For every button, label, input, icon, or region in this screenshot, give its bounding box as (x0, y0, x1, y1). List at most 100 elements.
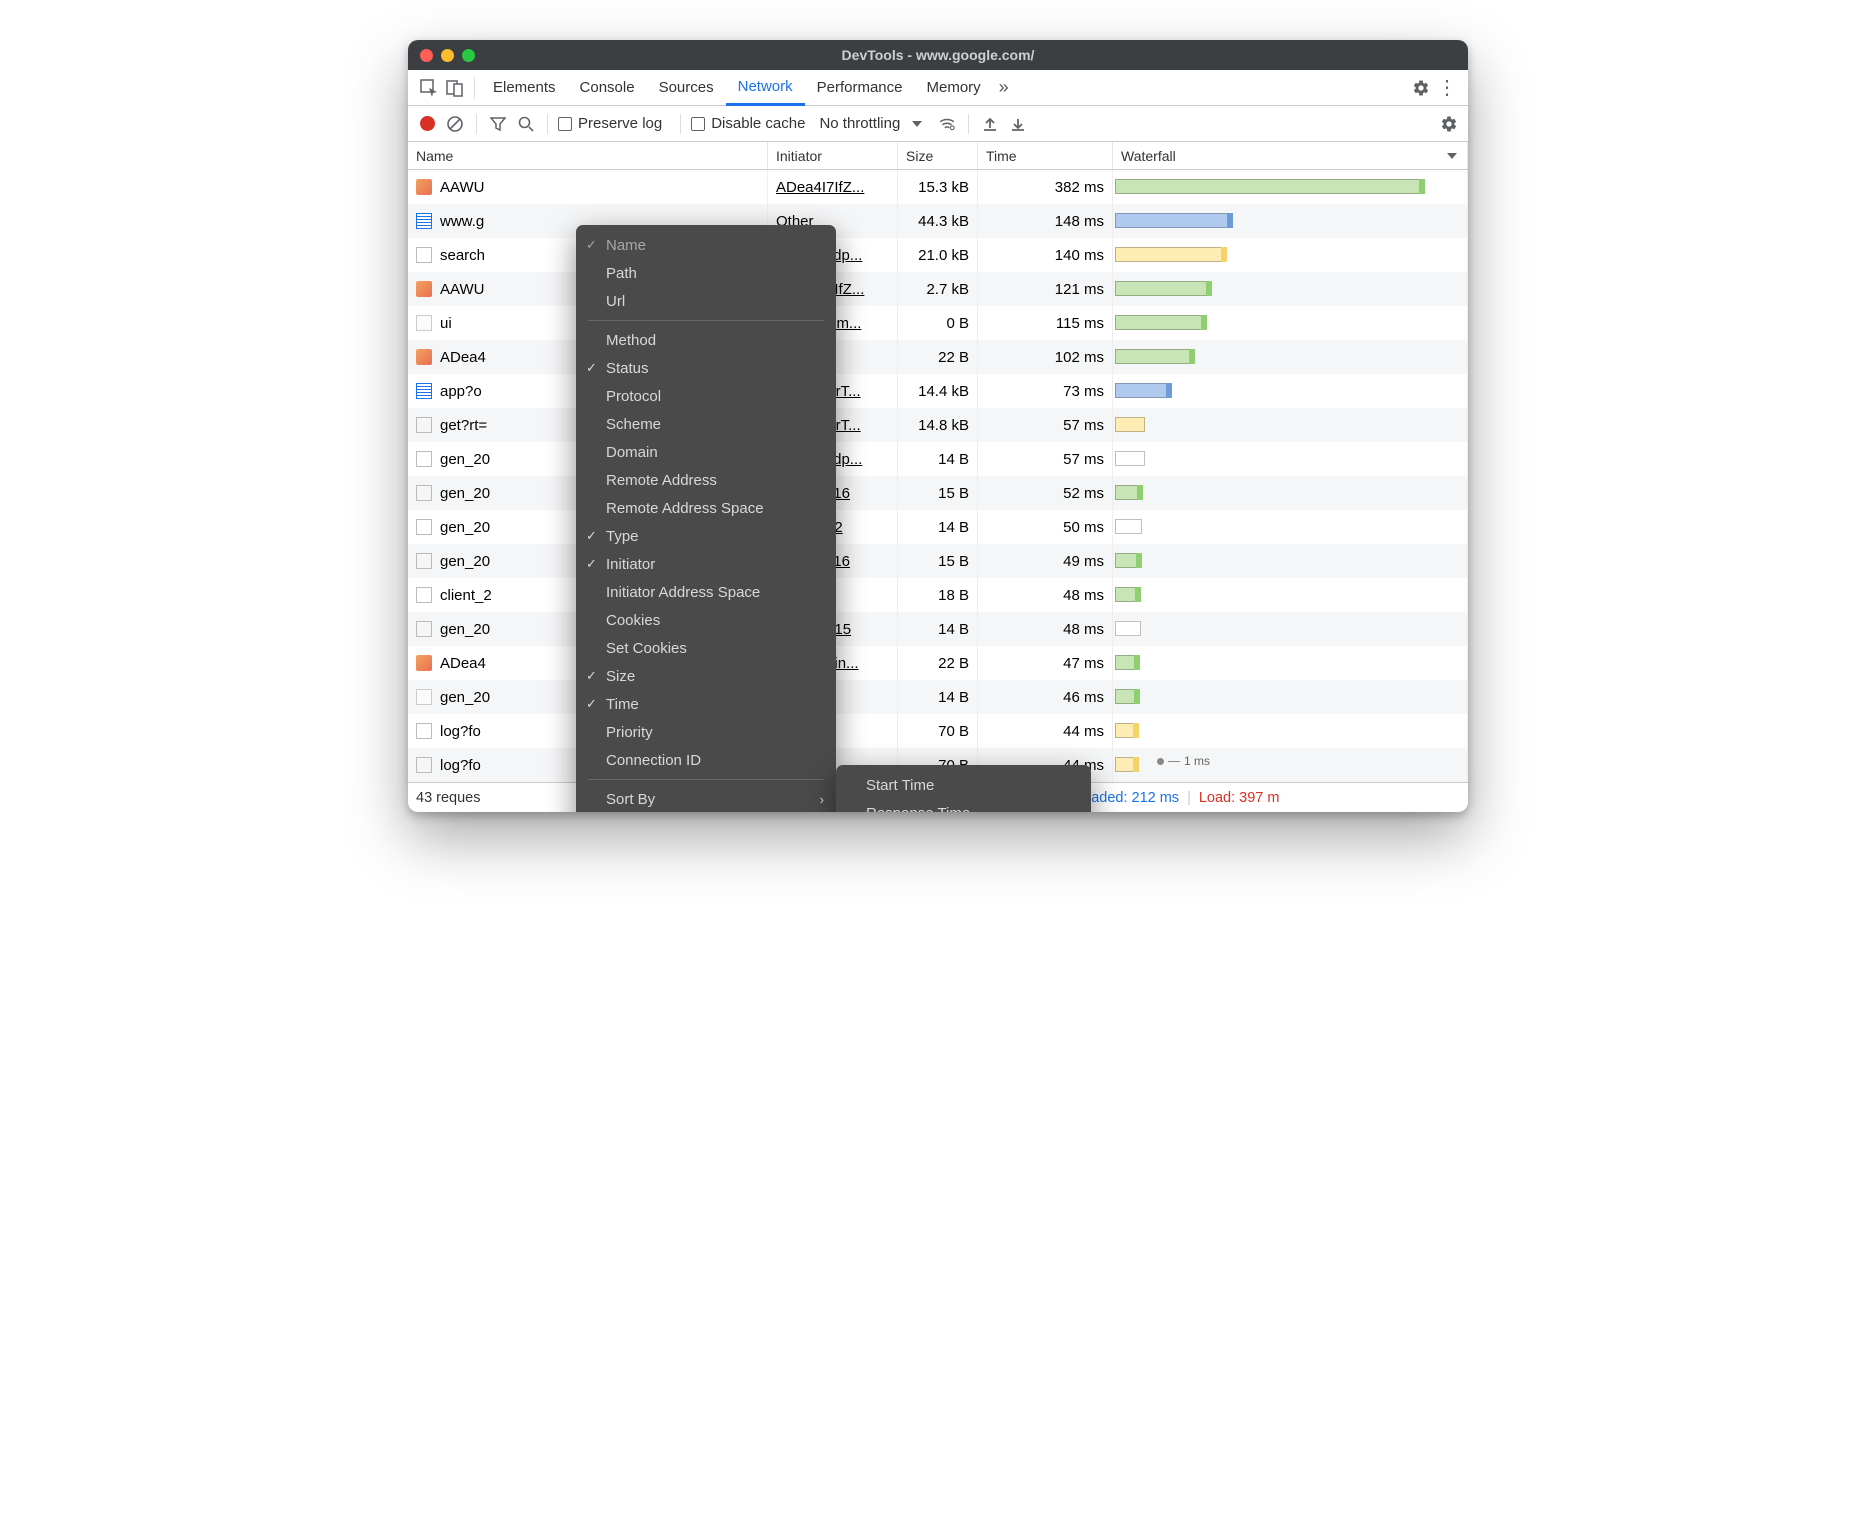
sort-indicator-icon (1447, 153, 1457, 159)
menu-item-initiator-address-space[interactable]: Initiator Address Space (576, 578, 836, 606)
request-name: AAWU (440, 179, 484, 196)
menu-item-name[interactable]: Name (576, 231, 836, 259)
menu-item-protocol[interactable]: Protocol (576, 382, 836, 410)
waterfall-bar (1115, 247, 1227, 262)
table-row[interactable]: ADea4(index)22 B102 ms (408, 340, 1468, 374)
menu-item-domain[interactable]: Domain (576, 438, 836, 466)
time-cell: 57 ms (978, 408, 1113, 442)
time-cell: 382 ms (978, 170, 1113, 204)
table-row[interactable]: AAWUADea4I7IfZ...2.7 kB121 ms (408, 272, 1468, 306)
menu-item-priority[interactable]: Priority (576, 718, 836, 746)
waterfall-cell: 1 ms (1113, 748, 1468, 782)
inspect-element-icon[interactable] (416, 75, 442, 101)
menu-item-cookies[interactable]: Cookies (576, 606, 836, 634)
tab-console[interactable]: Console (568, 70, 647, 106)
tab-memory[interactable]: Memory (915, 70, 993, 106)
menu-item-size[interactable]: Size (576, 662, 836, 690)
waterfall-cell (1113, 578, 1468, 612)
menu-item-sort-by[interactable]: Sort By› (576, 785, 836, 812)
menu-item-scheme[interactable]: Scheme (576, 410, 836, 438)
column-context-menu[interactable]: NamePathUrl MethodStatusProtocolSchemeDom… (576, 225, 836, 812)
table-row[interactable]: gen_20(index):21514 B48 ms (408, 612, 1468, 646)
request-name: search (440, 247, 485, 264)
tab-sources[interactable]: Sources (647, 70, 726, 106)
table-row[interactable]: get?rt=rs=AA2YrT...14.8 kB57 ms (408, 408, 1468, 442)
column-time[interactable]: Time (978, 142, 1113, 169)
table-row[interactable]: log?fo70 B44 ms (408, 714, 1468, 748)
table-row[interactable]: app?ors=AA2YrT...14.4 kB73 ms (408, 374, 1468, 408)
menu-item-url[interactable]: Url (576, 287, 836, 315)
menu-item-remote-address-space[interactable]: Remote Address Space (576, 494, 836, 522)
titlebar: DevTools - www.google.com/ (408, 40, 1468, 70)
table-row[interactable]: gen_20(index):11615 B49 ms (408, 544, 1468, 578)
file-type-icon (416, 315, 432, 331)
record-button[interactable] (416, 113, 438, 135)
clear-button[interactable] (444, 113, 466, 135)
waterfall-submenu[interactable]: Start TimeResponse TimeEnd TimeTotal Dur… (836, 765, 1091, 812)
initiator-link[interactable]: ADea4I7IfZ... (776, 179, 864, 196)
menu-item-connection-id[interactable]: Connection ID (576, 746, 836, 774)
request-name: client_2 (440, 587, 492, 604)
time-cell: 115 ms (978, 306, 1113, 340)
chevron-right-icon: › (820, 792, 824, 807)
table-row[interactable]: uim=DhPYm...0 B115 ms (408, 306, 1468, 340)
time-cell: 121 ms (978, 272, 1113, 306)
waterfall-cell (1113, 680, 1468, 714)
preserve-log-checkbox[interactable]: Preserve log (558, 115, 662, 132)
size-cell: 21.0 kB (898, 238, 978, 272)
waterfall-bar (1115, 349, 1195, 364)
network-conditions-icon[interactable] (936, 113, 958, 135)
menu-item-type[interactable]: Type (576, 522, 836, 550)
menu-item-time[interactable]: Time (576, 690, 836, 718)
more-tabs-button[interactable]: » (993, 77, 1015, 98)
menu-item-response-time[interactable]: Response Time (836, 799, 1091, 812)
kebab-menu-icon[interactable]: ⋮ (1434, 75, 1460, 101)
upload-har-icon[interactable] (979, 113, 1001, 135)
settings-gear-icon[interactable] (1408, 75, 1434, 101)
disable-cache-checkbox[interactable]: Disable cache (691, 115, 805, 132)
waterfall-bar (1115, 621, 1141, 636)
request-name: ui (440, 315, 452, 332)
menu-item-set-cookies[interactable]: Set Cookies (576, 634, 836, 662)
table-row[interactable]: searchm=cdos,dp...21.0 kB140 ms (408, 238, 1468, 272)
search-icon[interactable] (515, 113, 537, 135)
zoom-window-button[interactable] (462, 49, 475, 62)
filter-icon[interactable] (487, 113, 509, 135)
menu-item-method[interactable]: Method (576, 326, 836, 354)
column-size[interactable]: Size (898, 142, 978, 169)
table-row[interactable]: gen_20(index):1214 B50 ms (408, 510, 1468, 544)
close-window-button[interactable] (420, 49, 433, 62)
menu-item-initiator[interactable]: Initiator (576, 550, 836, 578)
tab-performance[interactable]: Performance (805, 70, 915, 106)
menu-item-status[interactable]: Status (576, 354, 836, 382)
size-cell: 14 B (898, 442, 978, 476)
table-row[interactable]: www.gOther44.3 kB148 ms (408, 204, 1468, 238)
network-settings-gear-icon[interactable] (1438, 113, 1460, 135)
column-name[interactable]: Name (408, 142, 768, 169)
table-row[interactable]: gen_20m=cdos,dp...14 B57 ms (408, 442, 1468, 476)
request-name: app?o (440, 383, 482, 400)
waterfall-bar (1115, 451, 1145, 466)
throttling-select[interactable]: No throttling (819, 115, 922, 132)
table-headers[interactable]: Name Initiator Size Time Waterfall (408, 142, 1468, 170)
network-toolbar: Preserve log Disable cache No throttling (408, 106, 1468, 142)
time-cell: 148 ms (978, 204, 1113, 238)
tab-network[interactable]: Network (726, 70, 805, 106)
minimize-window-button[interactable] (441, 49, 454, 62)
table-row[interactable]: AAWU ADea4I7IfZ... 15.3 kB382 ms (408, 170, 1468, 204)
column-waterfall[interactable]: Waterfall (1113, 142, 1468, 169)
table-row[interactable]: gen_20(index):11615 B52 ms (408, 476, 1468, 510)
menu-item-path[interactable]: Path (576, 259, 836, 287)
device-toolbar-icon[interactable] (442, 75, 468, 101)
tab-elements[interactable]: Elements (481, 70, 568, 106)
time-cell: 46 ms (978, 680, 1113, 714)
waterfall-bar (1115, 383, 1172, 398)
table-row[interactable]: gen_2014 B46 ms (408, 680, 1468, 714)
table-row[interactable]: ADea4app?origin...22 B47 ms (408, 646, 1468, 680)
size-cell: 15.3 kB (898, 170, 978, 204)
menu-item-remote-address[interactable]: Remote Address (576, 466, 836, 494)
menu-item-start-time[interactable]: Start Time (836, 771, 1091, 799)
column-initiator[interactable]: Initiator (768, 142, 898, 169)
table-row[interactable]: client_2(index):318 B48 ms (408, 578, 1468, 612)
download-har-icon[interactable] (1007, 113, 1029, 135)
